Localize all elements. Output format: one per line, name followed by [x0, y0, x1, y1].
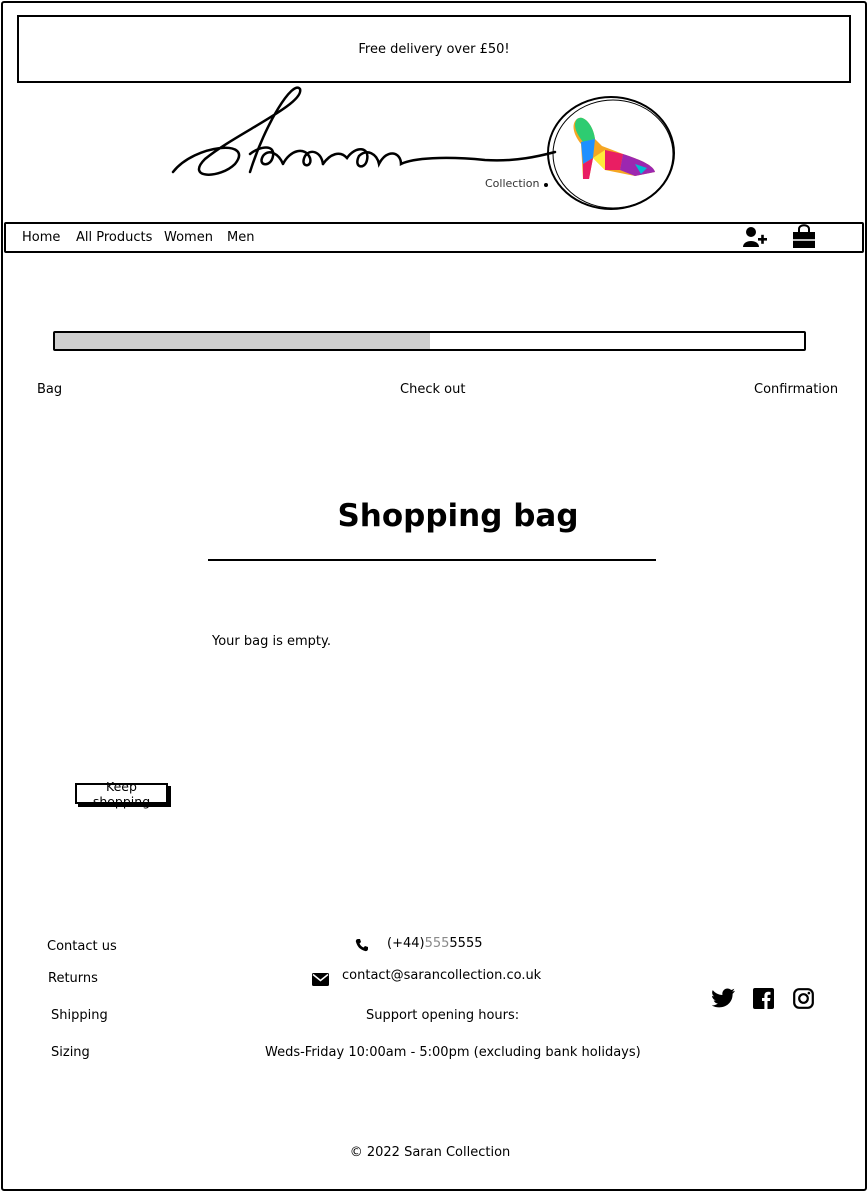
footer-link-shipping[interactable]: Shipping — [51, 1008, 108, 1023]
envelope-icon — [312, 971, 329, 990]
page-title: Shopping bag — [337, 498, 579, 534]
logo-graphic: Collection — [171, 86, 675, 210]
shopping-bag-icon[interactable] — [791, 224, 817, 253]
facebook-icon[interactable] — [753, 988, 774, 1013]
phone-masked: 555 — [424, 936, 450, 951]
support-hours: Weds-Friday 10:00am - 5:00pm (excluding … — [265, 1045, 641, 1060]
footer-link-sizing[interactable]: Sizing — [51, 1045, 90, 1060]
main-nav: Home All Products Women Men — [4, 222, 864, 253]
logo-sub-text: Collection — [485, 177, 539, 190]
footer-email[interactable]: contact@sarancollection.co.uk — [342, 968, 541, 983]
phone-prefix: (+44) — [387, 936, 425, 951]
phone-suffix: 5555 — [449, 936, 483, 951]
twitter-icon[interactable] — [711, 988, 735, 1012]
keep-shopping-button[interactable]: Keep shopping — [75, 779, 168, 809]
nav-item-all-products[interactable]: All Products — [76, 230, 152, 245]
empty-bag-message: Your bag is empty. — [212, 634, 331, 649]
shoe-icon — [573, 117, 655, 179]
checkout-progress-bar — [53, 331, 806, 351]
brand-logo[interactable]: Collection — [165, 84, 680, 216]
footer-link-contact-us[interactable]: Contact us — [47, 939, 117, 954]
user-plus-icon[interactable] — [743, 226, 769, 252]
nav-item-home[interactable]: Home — [22, 230, 60, 245]
support-heading: Support opening hours: — [366, 1008, 520, 1023]
nav-item-women[interactable]: Women — [164, 230, 213, 245]
footer-link-returns[interactable]: Returns — [48, 971, 98, 986]
instagram-icon[interactable] — [793, 988, 814, 1013]
footer-phone: (+44)5555555 — [387, 936, 483, 951]
nav-item-men[interactable]: Men — [227, 230, 254, 245]
phone-icon — [355, 937, 369, 956]
copyright: © 2022 Saran Collection — [349, 1145, 511, 1160]
step-bag: Bag — [37, 382, 63, 397]
promo-text: Free delivery over £50! — [358, 41, 510, 57]
step-check-out: Check out — [400, 382, 466, 397]
checkout-progress-fill — [55, 333, 430, 349]
promo-banner: Free delivery over £50! — [17, 15, 851, 83]
step-confirmation: Confirmation — [754, 382, 839, 397]
title-divider — [208, 559, 656, 561]
